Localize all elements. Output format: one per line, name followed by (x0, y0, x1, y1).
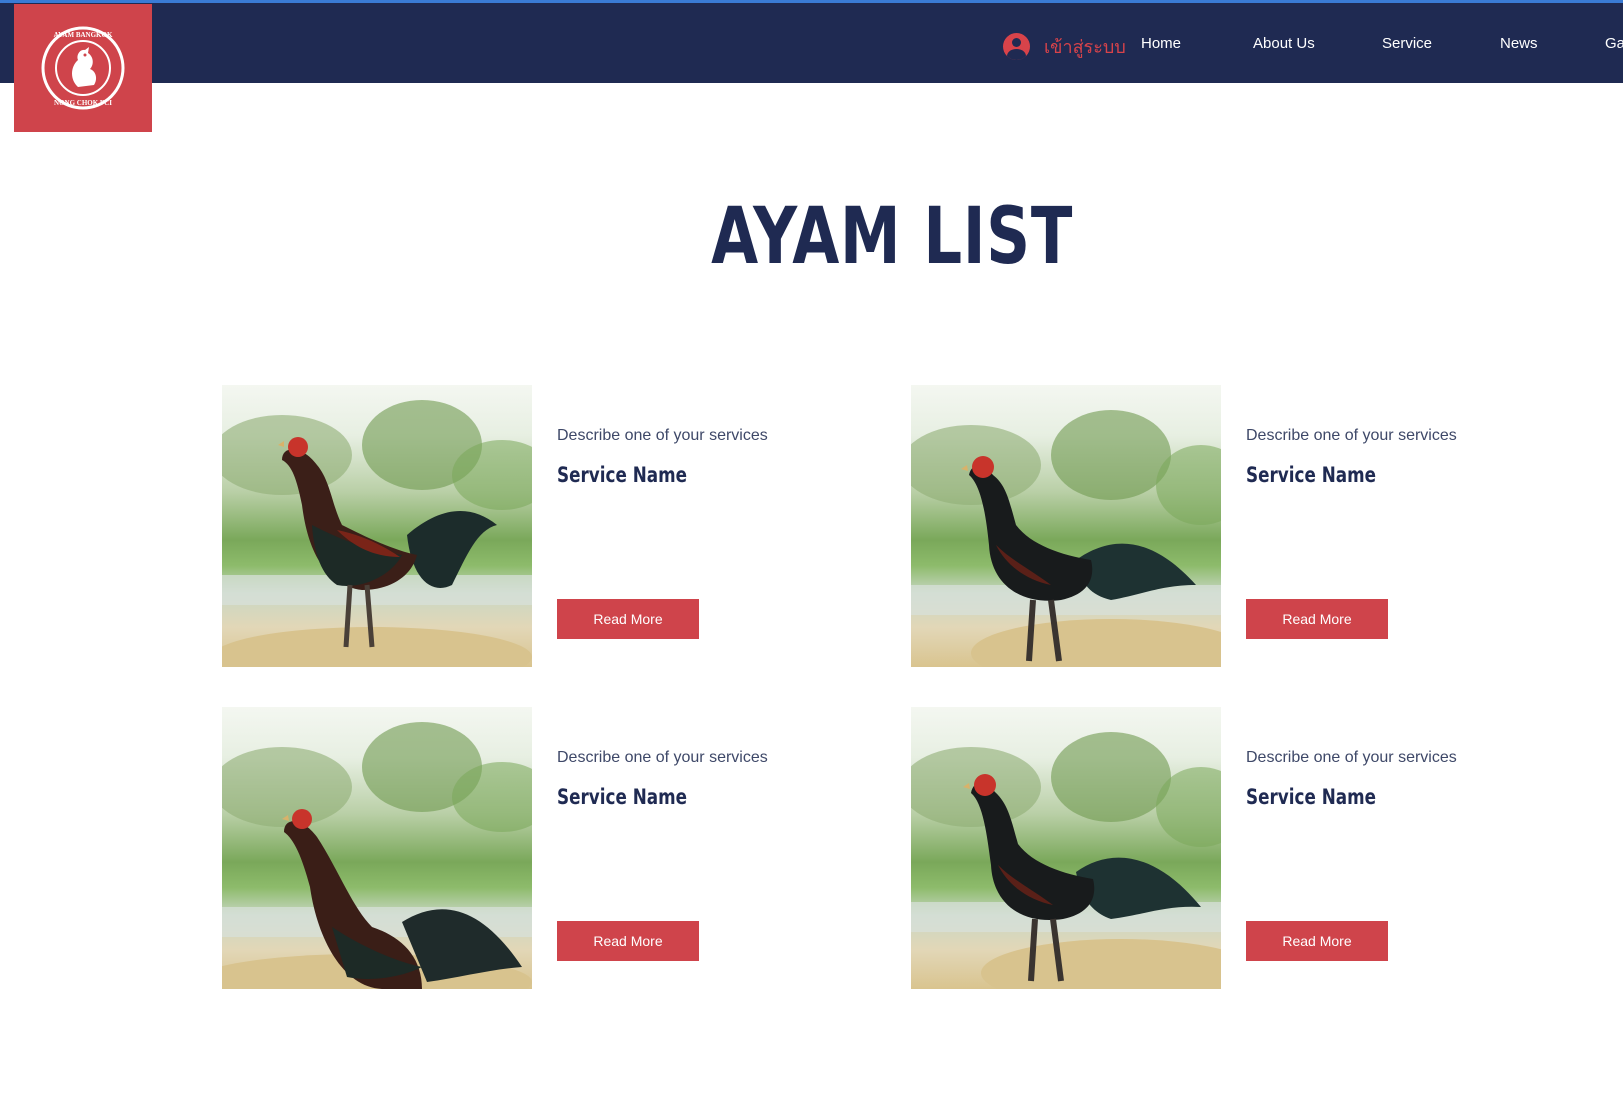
service-card: Describe one of your services Service Na… (222, 707, 842, 989)
user-circle-icon (1003, 32, 1030, 60)
rooster-photo (911, 707, 1221, 989)
service-card: Describe one of your services Service Na… (911, 707, 1531, 989)
service-name: Service Name (557, 785, 687, 809)
service-card: Describe one of your services Service Na… (222, 385, 842, 667)
service-name: Service Name (1246, 463, 1376, 487)
read-more-button[interactable]: Read More (557, 921, 699, 961)
rooster-photo (222, 385, 532, 667)
service-description: Describe one of your services (1246, 749, 1457, 766)
service-name: Service Name (557, 463, 687, 487)
logo-text-top: AYAM BANGKOK (54, 31, 113, 39)
service-description: Describe one of your services (1246, 427, 1457, 444)
rooster-photo (222, 707, 532, 989)
nav-gallery[interactable]: Ga (1605, 35, 1623, 52)
rooster-logo-icon: AYAM BANGKOK NONG CHOK FCI (41, 26, 125, 110)
nav-service[interactable]: Service (1382, 35, 1432, 52)
read-more-button[interactable]: Read More (1246, 599, 1388, 639)
nav-news[interactable]: News (1500, 35, 1538, 52)
page-title: AYAM LIST (711, 192, 1074, 282)
service-description: Describe one of your services (557, 749, 768, 766)
login-label: เข้าสู่ระบบ (1044, 36, 1126, 57)
rooster-photo (911, 385, 1221, 667)
login-link[interactable]: เข้าสู่ระบบ (1003, 29, 1126, 63)
read-more-button[interactable]: Read More (1246, 921, 1388, 961)
service-description: Describe one of your services (557, 427, 768, 444)
site-logo[interactable]: AYAM BANGKOK NONG CHOK FCI (14, 4, 152, 132)
service-card: Describe one of your services Service Na… (911, 385, 1531, 667)
nav-home[interactable]: Home (1141, 35, 1181, 52)
service-name: Service Name (1246, 785, 1376, 809)
read-more-button[interactable]: Read More (557, 599, 699, 639)
nav-about-us[interactable]: About Us (1253, 35, 1315, 52)
navbar: เข้าสู่ระบบ Home About Us Service News G… (0, 3, 1623, 83)
logo-text-bottom: NONG CHOK FCI (54, 99, 112, 107)
